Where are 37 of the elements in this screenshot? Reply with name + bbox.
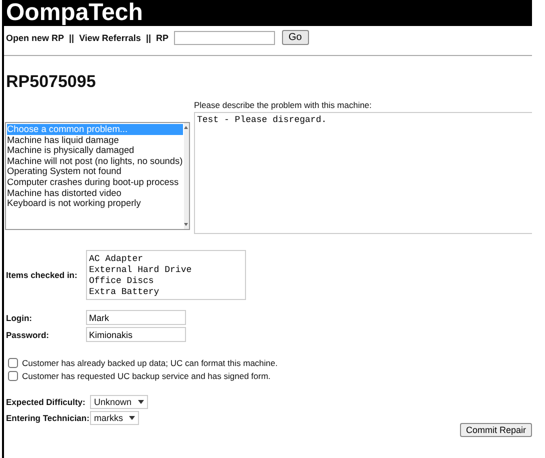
rp-number-heading: RP5075095: [6, 72, 97, 92]
site-title: OompaTech: [6, 0, 143, 26]
dropdown[interactable]: Unknown: [90, 395, 148, 409]
select-label: Entering Technician:: [6, 413, 90, 423]
rp-label: RP: [156, 32, 168, 42]
problem-option[interactable]: Machine has liquid damage: [7, 134, 183, 146]
items-textarea[interactable]: AC Adapter External Hard Drive Office Discs Extra Battery: [86, 250, 246, 300]
problem-option[interactable]: Machine is physically damaged: [7, 145, 183, 156]
checkbox-label: Customer has already backed up data; UC can format this machine.: [22, 358, 278, 368]
login-label: Login:: [6, 312, 33, 322]
checkbox[interactable]: [8, 371, 18, 381]
login-input-field[interactable]: Mark: [86, 310, 186, 325]
caret-icon: [138, 400, 144, 404]
commit-repair-button[interactable]: Commit Repair: [460, 423, 532, 437]
go-button[interactable]: Go: [282, 30, 309, 45]
nav-separator: ||: [146, 32, 151, 42]
problem-option[interactable]: Operating System not found: [7, 166, 183, 177]
password-label: Password:: [6, 330, 50, 340]
description-label: Please describe the problem with this machine:: [194, 100, 373, 110]
select-label: Expected Difficulty:: [6, 397, 86, 407]
nav-link[interactable]: Open new RP: [6, 32, 64, 42]
problem-listbox[interactable]: [5, 122, 190, 230]
problem-option[interactable]: Machine has distorted video: [7, 188, 183, 198]
problem-option[interactable]: Machine will not post (no lights, no sounds): [7, 156, 183, 166]
checkbox-label: Customer has requested UC backup service and has signed form.: [22, 371, 271, 381]
caret-icon: [129, 416, 135, 420]
items-label: Items checked in:: [6, 270, 78, 280]
problem-option[interactable]: Computer crashes during boot-up process: [7, 176, 183, 188]
dropdown[interactable]: markks: [90, 411, 139, 425]
description-textarea[interactable]: Test - Please disregard.: [194, 112, 532, 234]
password-input-field[interactable]: Kimionakis: [86, 327, 186, 342]
rp-input-field[interactable]: [174, 30, 274, 44]
nav-link[interactable]: View Referrals: [79, 32, 141, 42]
problem-option[interactable]: Keyboard is not working properly: [7, 198, 183, 209]
checkbox[interactable]: [8, 358, 18, 368]
scrollbar[interactable]: [184, 123, 189, 229]
nav-separator: ||: [69, 32, 74, 42]
